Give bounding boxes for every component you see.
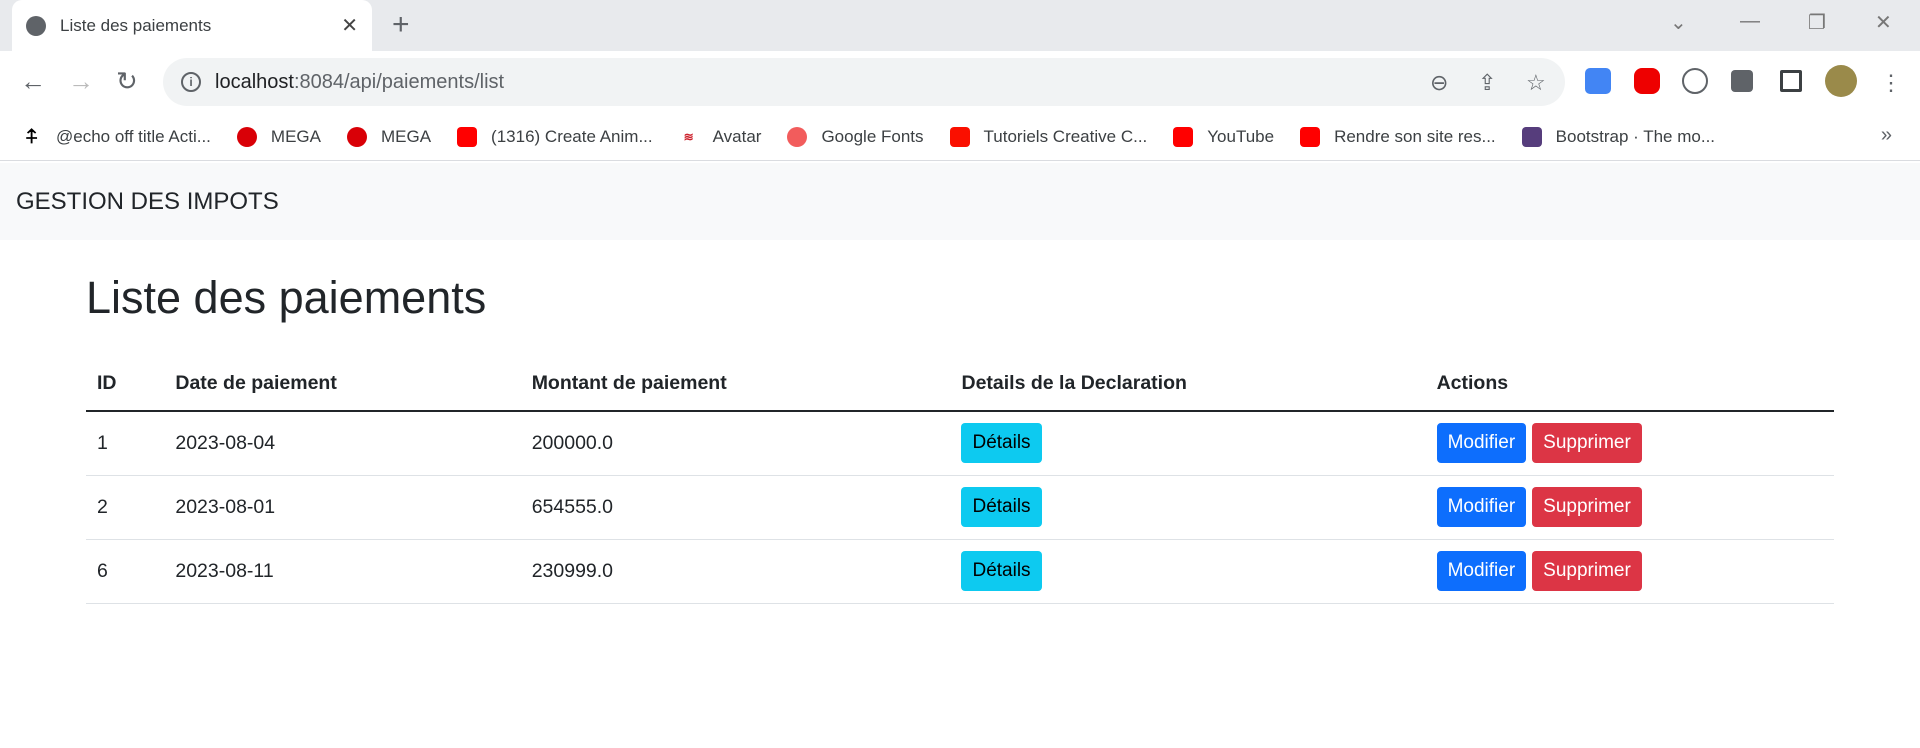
bookmark-item[interactable]: MEGA <box>236 126 321 147</box>
bookmark-label: Rendre son site res... <box>1334 126 1496 146</box>
back-icon[interactable]: ← <box>20 66 46 97</box>
bookmark-item[interactable]: YouTube <box>1173 126 1275 147</box>
bookmark-label: Google Fonts <box>821 126 924 146</box>
cell-actions: Modifier Supprimer <box>1425 475 1834 540</box>
mega-icon <box>346 126 367 147</box>
extensions-icon[interactable] <box>1731 70 1753 92</box>
payments-table: ID Date de paiement Montant de paiement Det… <box>86 356 1834 604</box>
details-button[interactable]: Détails <box>961 487 1042 527</box>
column-header: Date de paiement <box>164 356 521 412</box>
profile-avatar[interactable] <box>1825 65 1857 97</box>
column-header: ID <box>86 356 165 412</box>
bookmark-label: MEGA <box>270 126 321 146</box>
bookmarks-bar: ⍏ @echo off title Acti... MEGA MEGA (1316) C… <box>0 113 1920 161</box>
url-host: localhost <box>215 70 294 93</box>
bookmark-item[interactable]: ≋ Avatar <box>679 127 762 147</box>
bookmark-label: Tutoriels Creative C... <box>983 126 1148 146</box>
globe-icon <box>26 15 46 36</box>
star-icon[interactable]: ☆ <box>1526 70 1546 96</box>
column-header: Details de la Declaration <box>950 356 1426 412</box>
new-tab-button[interactable]: + <box>392 8 410 42</box>
bookmark-item[interactable]: Bootstrap · The mo... <box>1521 126 1716 147</box>
link-blocker-icon[interactable] <box>1682 68 1708 94</box>
bookmark-item[interactable]: ⍏ @echo off title Acti... <box>22 127 211 147</box>
more-bookmarks-icon[interactable]: » <box>1881 124 1892 147</box>
cell-date: 2023-08-01 <box>164 475 521 540</box>
cell-montant: 230999.0 <box>520 539 951 604</box>
close-window-button[interactable]: ✕ <box>1875 10 1892 35</box>
bootstrap-icon <box>1521 126 1542 147</box>
google-translate-icon[interactable] <box>1585 68 1611 94</box>
bookmark-label: @echo off title Acti... <box>56 126 211 146</box>
column-header: Montant de paiement <box>520 356 951 412</box>
address-bar[interactable]: i localhost:8084/api/paiements/list <box>163 58 1565 106</box>
bookmark-label: (1316) Create Anim... <box>491 126 653 146</box>
bookmark-item[interactable]: MEGA <box>346 126 432 147</box>
youtube-icon <box>1173 126 1194 147</box>
mega-icon <box>236 126 257 147</box>
youtube-icon <box>457 126 478 147</box>
bookmark-label: MEGA <box>380 126 432 146</box>
restore-button[interactable]: ❐ <box>1808 10 1826 35</box>
cell-details: Détails <box>950 475 1426 540</box>
bookmark-label: Avatar <box>712 126 762 146</box>
navbar: GESTION DES IMPOTS <box>0 163 1920 240</box>
cell-details: Détails <box>950 539 1426 604</box>
bookmark-item[interactable]: Rendre son site res... <box>1300 126 1496 147</box>
cell-montant: 200000.0 <box>520 411 951 476</box>
reload-icon[interactable]: ↻ <box>116 66 138 97</box>
bookmark-item[interactable]: Tutoriels Creative C... <box>949 126 1148 147</box>
cell-actions: Modifier Supprimer <box>1425 411 1834 476</box>
navbar-brand[interactable]: GESTION DES IMPOTS <box>16 188 279 216</box>
share-icon[interactable]: ⇪ <box>1478 70 1496 96</box>
adobe-icon <box>949 126 970 147</box>
cell-date: 2023-08-11 <box>164 539 521 604</box>
details-button[interactable]: Détails <box>961 423 1042 464</box>
table-row: 2 2023-08-01 654555.0 Détails Modifier Su… <box>86 475 1834 540</box>
tab-title: Liste des paiements <box>60 15 212 35</box>
menu-icon[interactable]: ⋮ <box>1880 70 1902 96</box>
column-header: Actions <box>1425 356 1834 412</box>
edit-button[interactable]: Modifier <box>1436 551 1527 591</box>
table-row: 1 2023-08-04 200000.0 Détails Modifier Su… <box>86 411 1834 476</box>
cell-actions: Modifier Supprimer <box>1425 539 1834 604</box>
side-panel-icon[interactable] <box>1780 70 1802 92</box>
forward-icon[interactable]: → <box>68 66 94 97</box>
adblock-icon[interactable] <box>1634 68 1660 94</box>
avatar-logo-icon: ≋ <box>683 129 694 144</box>
edit-button[interactable]: Modifier <box>1436 487 1527 527</box>
youtube-icon <box>1300 126 1321 147</box>
arrow-up-icon: ⍏ <box>26 125 38 148</box>
cell-date: 2023-08-04 <box>164 411 521 476</box>
browser-tab[interactable]: Liste des paiements ✕ <box>12 0 372 51</box>
details-button[interactable]: Détails <box>961 551 1042 591</box>
minimize-button[interactable]: — <box>1740 10 1760 33</box>
delete-button[interactable]: Supprimer <box>1532 423 1642 464</box>
edit-button[interactable]: Modifier <box>1436 423 1527 464</box>
cell-id: 1 <box>86 411 165 476</box>
tab-search-icon[interactable]: ⌄ <box>1670 10 1687 35</box>
page-title: Liste des paiements <box>86 272 487 323</box>
delete-button[interactable]: Supprimer <box>1532 551 1642 591</box>
bookmark-label: Bootstrap · The mo... <box>1555 126 1716 146</box>
cell-id: 6 <box>86 539 165 604</box>
table-row: 6 2023-08-11 230999.0 Détails Modifier Su… <box>86 539 1834 604</box>
bookmark-item[interactable]: (1316) Create Anim... <box>457 126 653 147</box>
cell-details: Détails <box>950 411 1426 476</box>
site-info-icon[interactable]: i <box>181 72 201 92</box>
bookmark-label: YouTube <box>1207 126 1275 146</box>
cell-id: 2 <box>86 475 165 540</box>
delete-button[interactable]: Supprimer <box>1532 487 1642 527</box>
zoom-icon[interactable]: ⊖ <box>1430 70 1448 96</box>
google-fonts-icon <box>787 126 808 147</box>
bookmark-item[interactable]: Google Fonts <box>787 126 924 147</box>
cell-montant: 654555.0 <box>520 475 951 540</box>
close-tab-icon[interactable]: ✕ <box>341 13 358 38</box>
url-path: :8084/api/paiements/list <box>293 70 505 93</box>
